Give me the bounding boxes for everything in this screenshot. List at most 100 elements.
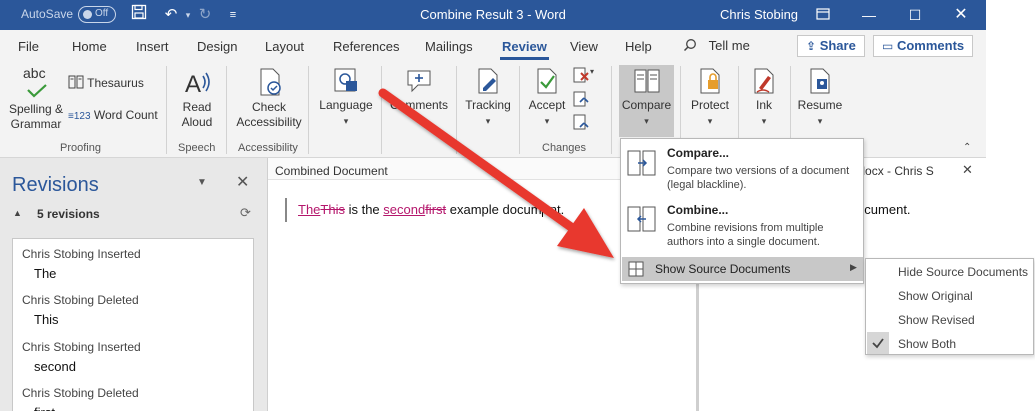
revision-value[interactable]: The — [34, 266, 56, 281]
resume-button[interactable]: Resume ▾ — [794, 66, 846, 129]
group-label-proofing: Proofing — [60, 142, 101, 154]
compare-dropdown-menu: Compare... Compare two versions of a doc… — [620, 138, 864, 284]
tab-references[interactable]: References — [333, 39, 399, 54]
comments-label: Comments — [896, 38, 965, 53]
combine-menu-description: Combine revisions from multiple authors … — [667, 222, 824, 248]
close-icon[interactable]: ✕ — [938, 0, 984, 30]
resume-label: Resume — [797, 98, 843, 112]
revision-value[interactable]: second — [34, 359, 76, 374]
deleted-text: first — [425, 202, 447, 217]
tell-me-search[interactable]: Tell me — [683, 38, 750, 53]
document-body[interactable]: TheThis is the secondfirst example docum… — [298, 202, 564, 217]
read-aloud-button[interactable]: A Read Aloud — [176, 66, 218, 130]
revision-header[interactable]: Chris Stobing Deleted — [22, 386, 139, 400]
revision-header[interactable]: Chris Stobing Inserted — [22, 247, 141, 261]
combine-menu-item[interactable]: Combine... — [667, 203, 728, 217]
previous-change-icon[interactable] — [572, 90, 590, 111]
collapse-ribbon-icon[interactable]: ⌃ — [963, 142, 971, 153]
protect-label: Protect — [690, 98, 729, 112]
comment-icon: ▭ — [882, 39, 894, 53]
word-count-button[interactable]: ≡123 Word Count — [68, 108, 158, 124]
comments-group-button[interactable]: Comments ▾ — [388, 66, 450, 129]
svg-text:▾: ▾ — [590, 67, 594, 76]
language-button[interactable]: Language ▾ — [316, 66, 376, 129]
maximize-icon[interactable]: ☐ — [892, 0, 938, 30]
ink-pen-icon — [754, 68, 774, 94]
inserted-text: The — [298, 202, 321, 217]
source-documents-submenu: Hide Source Documents Show Original Show… — [865, 258, 1034, 355]
thesaurus-label: Thesaurus — [87, 76, 144, 90]
ribbon-separator — [456, 66, 457, 154]
next-change-icon[interactable] — [572, 113, 590, 134]
spelling-grammar-button[interactable]: abc Spelling & Grammar — [6, 66, 66, 132]
tab-mailings[interactable]: Mailings — [425, 39, 473, 54]
tab-view[interactable]: View — [570, 39, 598, 54]
tab-file[interactable]: File — [18, 39, 39, 54]
group-label-speech: Speech — [178, 142, 216, 154]
tab-help[interactable]: Help — [625, 39, 652, 54]
document-text: example docum — [446, 202, 542, 217]
ribbon-separator — [308, 66, 309, 154]
accept-label: Accept — [528, 98, 566, 112]
tab-insert[interactable]: Insert — [136, 39, 169, 54]
reject-icon[interactable]: ▾ — [572, 66, 596, 87]
checkmark-icon — [867, 332, 889, 354]
chevron-down-icon: ▾ — [544, 116, 550, 126]
chevron-down-icon: ▾ — [761, 116, 767, 126]
track-changes-icon — [478, 68, 498, 94]
user-name[interactable]: Chris Stobing — [720, 7, 798, 22]
resume-icon — [810, 68, 830, 94]
accept-button[interactable]: Accept ▾ — [524, 66, 570, 129]
share-label: Share — [819, 38, 856, 53]
show-original-item[interactable]: Show Original — [898, 289, 973, 303]
comments-button[interactable]: ▭ Comments — [873, 35, 974, 57]
ribbon-tab-bar: File Home Insert Design Layout Reference… — [0, 30, 986, 60]
share-button[interactable]: ⇪ Share — [797, 35, 865, 57]
revision-value[interactable]: This — [34, 312, 59, 327]
tab-design[interactable]: Design — [197, 39, 237, 54]
show-source-documents-item[interactable]: Show Source Documents ▶ — [622, 257, 863, 281]
tab-review[interactable]: Review — [500, 39, 549, 60]
hide-source-documents-item[interactable]: Hide Source Documents — [898, 265, 1028, 279]
compare-button[interactable]: Compare ▾ — [619, 66, 674, 129]
chevron-down-icon: ▾ — [343, 116, 349, 126]
spelling-label: Spelling & — [8, 102, 64, 116]
revisions-count: 5 revisions — [37, 207, 100, 221]
close-source-icon[interactable]: ✕ — [962, 162, 973, 178]
show-both-item[interactable]: Show Both — [898, 337, 956, 351]
inserted-text: second — [383, 202, 426, 217]
revision-header[interactable]: Chris Stobing Deleted — [22, 293, 139, 307]
revisions-list: Chris Stobing Inserted The Chris Stobing… — [12, 238, 254, 411]
protect-button[interactable]: Protect ▾ — [686, 66, 734, 129]
show-source-documents-label: Show Source Documents — [655, 262, 791, 276]
close-pane-icon[interactable]: ✕ — [236, 172, 249, 192]
pane-options-icon[interactable]: ▼ — [197, 177, 207, 188]
source-documents-icon — [628, 261, 644, 280]
read-aloud-icon: A — [185, 71, 210, 98]
revisions-title: Revisions — [12, 174, 99, 196]
ink-button[interactable]: Ink ▾ — [742, 66, 786, 129]
tracking-button[interactable]: Tracking ▾ — [462, 66, 514, 129]
collapse-icon[interactable]: ▲ — [13, 208, 22, 218]
ribbon-separator — [611, 66, 612, 154]
compare-menu-item[interactable]: Compare... — [667, 146, 729, 160]
compare-menu-description: Compare two versions of a document (lega… — [667, 165, 850, 191]
thesaurus-button[interactable]: Thesaurus — [68, 75, 144, 91]
revision-header[interactable]: Chris Stobing Inserted — [22, 340, 141, 354]
lock-icon — [700, 68, 720, 94]
ribbon-display-icon[interactable] — [800, 0, 846, 30]
show-revised-item[interactable]: Show Revised — [898, 313, 975, 327]
check-accessibility-button[interactable]: Check Accessibility — [234, 66, 304, 130]
tab-layout[interactable]: Layout — [265, 39, 304, 54]
title-bar: AutoSave Off ↶ ▾ ↻ ≡ Combine Result 3 - … — [0, 0, 986, 30]
revision-value[interactable]: first — [34, 405, 55, 411]
minimize-icon[interactable]: — — [846, 0, 892, 30]
chevron-down-icon: ▾ — [416, 116, 422, 126]
accept-icon — [537, 68, 557, 94]
ribbon-separator — [166, 66, 167, 154]
chevron-down-icon: ▾ — [707, 116, 713, 126]
thesaurus-icon — [68, 75, 84, 89]
refresh-icon[interactable]: ⟳ — [240, 205, 251, 221]
tab-home[interactable]: Home — [72, 39, 107, 54]
chevron-down-icon: ▾ — [485, 116, 491, 126]
